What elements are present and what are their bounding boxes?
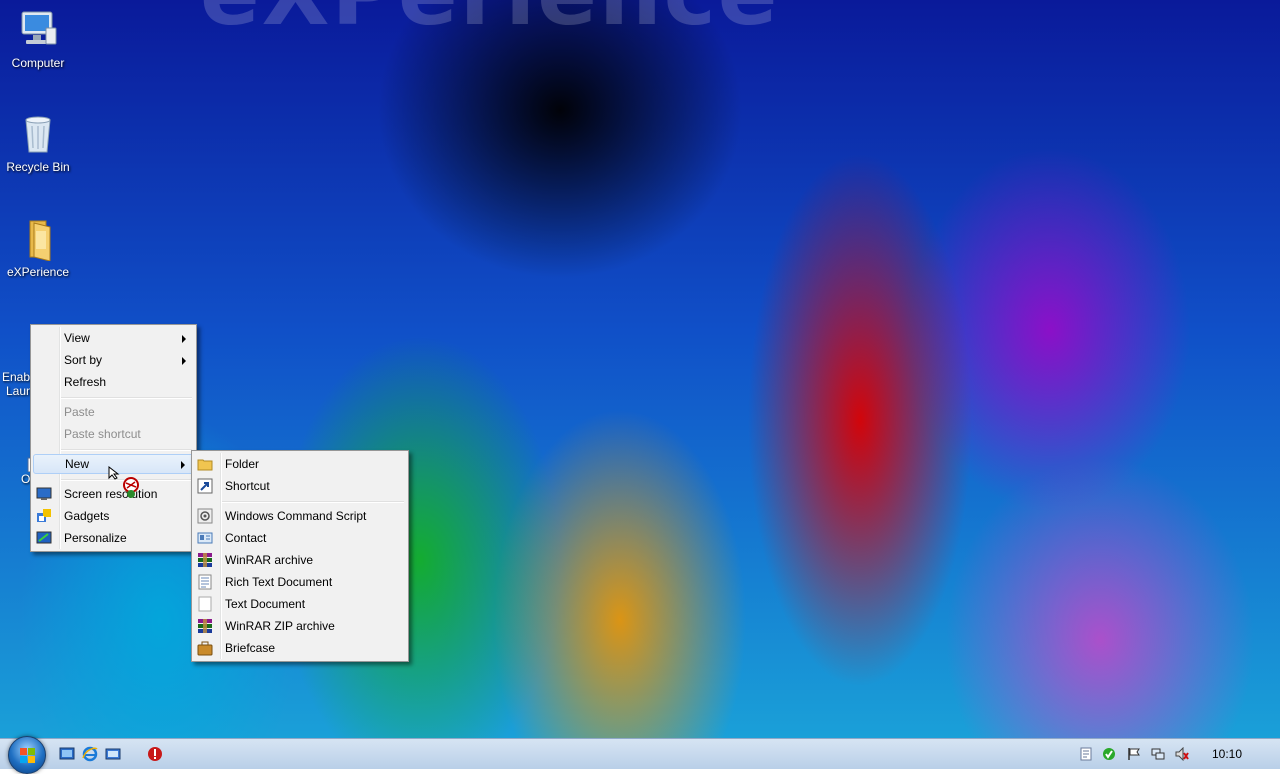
menu-item-paste-shortcut[interactable]: Paste shortcut xyxy=(33,424,194,444)
submenu-arrow-icon xyxy=(182,335,186,343)
submenu-arrow-icon xyxy=(182,357,186,365)
gadgets-icon xyxy=(36,508,52,524)
desktop-icon-label: Recycle Bin xyxy=(6,160,70,174)
mouse-pointer-icon xyxy=(108,465,120,483)
windows-logo-icon xyxy=(20,748,27,755)
desktop-context-menu: View Sort by Refresh Paste Paste shortcu… xyxy=(30,324,197,552)
desktop-icon-computer[interactable]: Computer xyxy=(0,8,76,70)
show-desktop-icon[interactable] xyxy=(59,746,75,762)
command-script-icon xyxy=(197,508,213,524)
folder-icon xyxy=(197,456,213,472)
desktop-icon-experience-folder[interactable]: eXPerience xyxy=(0,217,76,279)
menu-item-sort-by[interactable]: Sort by xyxy=(33,350,194,370)
action-center-flag-icon[interactable] xyxy=(1127,747,1141,761)
menu-item-screen-resolution[interactable]: Screen resolution xyxy=(33,484,194,504)
submenu-item-rich-text-document[interactable]: Rich Text Document xyxy=(194,572,406,592)
submenu-item-winrar-zip-archive[interactable]: WinRAR ZIP archive xyxy=(194,616,406,636)
menu-separator xyxy=(222,501,404,503)
menu-item-gadgets[interactable]: Gadgets xyxy=(33,506,194,526)
new-submenu: Folder Shortcut Windows Command Script C… xyxy=(191,450,409,662)
volume-muted-icon[interactable] xyxy=(1175,746,1189,762)
submenu-item-contact[interactable]: Contact xyxy=(194,528,406,548)
submenu-item-folder[interactable]: Folder xyxy=(194,454,406,474)
document-icon[interactable] xyxy=(1079,747,1093,761)
taskbar-clock[interactable]: 10:10 xyxy=(1212,747,1242,761)
screen-resolution-icon xyxy=(36,486,52,502)
menu-item-refresh[interactable]: Refresh xyxy=(33,372,194,392)
computer-icon xyxy=(16,8,60,52)
shortcut-icon xyxy=(197,478,213,494)
antivirus-icon[interactable] xyxy=(147,746,163,762)
text-document-icon xyxy=(197,596,213,612)
rich-text-icon xyxy=(197,574,213,590)
windows-logo-segment xyxy=(28,748,35,755)
windows-logo-segment xyxy=(20,756,27,763)
menu-separator xyxy=(61,397,192,399)
submenu-arrow-icon xyxy=(181,461,185,469)
menu-separator xyxy=(61,449,192,451)
menu-item-paste[interactable]: Paste xyxy=(33,402,194,422)
menu-item-view[interactable]: View xyxy=(33,328,194,348)
recycle-bin-icon xyxy=(16,112,60,156)
desktop-icon-label: eXPerience xyxy=(6,265,70,279)
submenu-item-winrar-archive[interactable]: WinRAR archive xyxy=(194,550,406,570)
winrar-icon xyxy=(197,552,213,568)
switch-windows-icon[interactable] xyxy=(105,746,121,762)
submenu-item-briefcase[interactable]: Briefcase xyxy=(194,638,406,658)
submenu-item-shortcut[interactable]: Shortcut xyxy=(194,476,406,496)
menu-item-personalize[interactable]: Personalize xyxy=(33,528,194,548)
start-button[interactable] xyxy=(8,736,46,774)
contact-icon xyxy=(197,530,213,546)
internet-explorer-icon[interactable] xyxy=(82,746,98,762)
windows-logo-segment xyxy=(28,756,35,763)
security-check-icon[interactable] xyxy=(1102,747,1116,761)
submenu-item-windows-command-script[interactable]: Windows Command Script xyxy=(194,506,406,526)
busy-cursor-icon xyxy=(121,477,141,502)
network-icon[interactable] xyxy=(1151,747,1165,761)
briefcase-icon xyxy=(197,640,213,656)
wallpaper-text: eXPerience xyxy=(200,0,779,45)
winrar-zip-icon xyxy=(197,618,213,634)
desktop-icon-recycle-bin[interactable]: Recycle Bin xyxy=(0,112,76,174)
personalize-icon xyxy=(36,530,52,546)
submenu-item-text-document[interactable]: Text Document xyxy=(194,594,406,614)
taskbar: 10:10 xyxy=(0,736,1280,774)
desktop-icon-label: Computer xyxy=(11,56,65,70)
folder-icon xyxy=(16,217,60,262)
